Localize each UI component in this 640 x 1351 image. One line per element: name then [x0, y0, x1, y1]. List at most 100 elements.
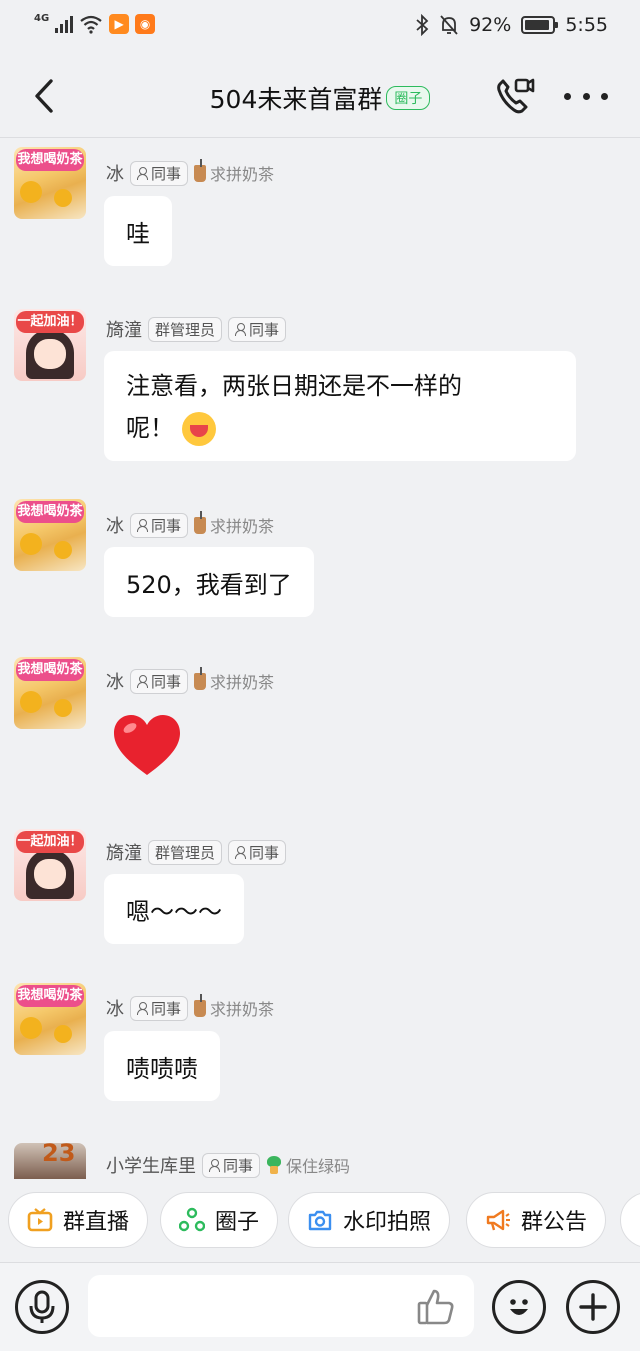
- avatar-caption: 一起加油！: [16, 311, 84, 333]
- person-icon: [137, 166, 148, 180]
- avatar-caption: 一起加油！: [16, 831, 84, 853]
- avatar[interactable]: 我想喝奶茶: [14, 983, 86, 1055]
- live-stream-chip[interactable]: 群直播: [8, 1192, 149, 1248]
- watermark-camera-chip[interactable]: 水印拍照: [288, 1192, 451, 1248]
- avatar-caption: 我想喝奶茶: [16, 149, 84, 171]
- message-meta: 冰 同事 求拼奶茶: [106, 666, 274, 695]
- clock: 5:55: [565, 14, 608, 36]
- avatar-caption: 我想喝奶茶: [16, 659, 84, 681]
- plus-icon: [579, 1293, 607, 1321]
- role-badge: 同事: [130, 668, 189, 694]
- avatar-caption: 我想喝奶茶: [16, 501, 84, 523]
- message-bubble[interactable]: 520，我看到了: [104, 547, 314, 617]
- plant-icon: [266, 1156, 282, 1174]
- person-icon: [235, 322, 247, 336]
- status-left: 4G ▶ ◉: [34, 12, 156, 34]
- circle-share-icon: [179, 1207, 205, 1232]
- message-meta: 冰 同事 求拼奶茶: [106, 993, 274, 1022]
- milk-tea-icon: [194, 158, 207, 182]
- message-text-line: 呢！: [126, 407, 554, 449]
- avatar[interactable]: 我想喝奶茶: [14, 499, 86, 571]
- video-app-icon: ▶: [109, 14, 130, 34]
- member-title: 求拼奶茶: [194, 510, 274, 537]
- message-bubble[interactable]: 哇: [104, 196, 172, 266]
- role-badge: 同事: [228, 839, 287, 865]
- sender-name[interactable]: 冰: [106, 512, 124, 538]
- avatar[interactable]: 23: [14, 1143, 86, 1179]
- role-badge: 同事: [130, 995, 189, 1021]
- member-title: 保住绿码: [266, 1153, 350, 1177]
- person-icon: [137, 674, 148, 688]
- more-chip[interactable]: [620, 1192, 640, 1248]
- heart-emoji-icon[interactable]: [112, 711, 182, 781]
- emoji-button[interactable]: [492, 1280, 546, 1334]
- video-call-button[interactable]: [494, 76, 536, 118]
- bluetooth-icon: [416, 14, 429, 36]
- person-icon: [137, 518, 148, 532]
- circle-tag[interactable]: 圈子: [386, 86, 431, 110]
- avatar[interactable]: 我想喝奶茶: [14, 147, 86, 219]
- video-call-icon: [497, 78, 535, 114]
- like-button[interactable]: [416, 1287, 456, 1327]
- more-button[interactable]: [564, 84, 608, 108]
- message-list[interactable]: 我想喝奶茶 冰 同事 求拼奶茶 哇 一起加油！ 旖潼 群管理员 同事 注意看，两…: [0, 139, 640, 1179]
- milk-tea-icon: [194, 510, 207, 534]
- message-bubble[interactable]: 啧啧啧: [104, 1031, 220, 1101]
- browser-app-icon: ◉: [135, 14, 156, 34]
- quick-action-bar[interactable]: 群直播 圈子 水印拍照 群公告: [0, 1186, 640, 1256]
- message-meta: 小学生库里 同事 保住绿码: [106, 1151, 350, 1179]
- thumbs-up-icon: [417, 1289, 454, 1325]
- status-bar: 4G ▶ ◉ 92% 5:55: [0, 0, 640, 56]
- megaphone-icon: [486, 1209, 510, 1231]
- group-title[interactable]: 504未来首富群: [210, 80, 383, 116]
- yummy-emoji-icon: [181, 412, 216, 446]
- member-title: 求拼奶茶: [194, 993, 274, 1020]
- battery-icon: [521, 16, 559, 34]
- message-text-line: 注意看，两张日期还是不一样的: [126, 372, 462, 400]
- circle-chip[interactable]: 圈子: [160, 1192, 279, 1248]
- title-wrap: 504未来首富群 圈子: [0, 80, 640, 116]
- chip-label: 圈子: [215, 1210, 260, 1235]
- smiley-icon: [510, 1299, 528, 1315]
- role-badge: 同事: [130, 160, 189, 186]
- chip-label: 群公告: [521, 1210, 588, 1235]
- admin-badge: 群管理员: [148, 839, 223, 865]
- message-meta: 旖潼 群管理员 同事: [106, 315, 287, 343]
- admin-badge: 群管理员: [148, 316, 223, 342]
- sender-name[interactable]: 旖潼: [106, 839, 142, 865]
- add-button[interactable]: [566, 1280, 620, 1334]
- battery-percent: 92%: [469, 14, 512, 36]
- network-type: 4G: [34, 12, 50, 24]
- member-title: 求拼奶茶: [194, 158, 274, 185]
- sender-name[interactable]: 冰: [106, 995, 124, 1021]
- announcement-chip[interactable]: 群公告: [466, 1192, 607, 1248]
- milk-tea-icon: [194, 993, 207, 1017]
- message-meta: 冰 同事 求拼奶茶: [106, 510, 274, 539]
- avatar[interactable]: 一起加油！: [14, 309, 86, 381]
- signal-icon: [55, 15, 74, 33]
- sender-name[interactable]: 旖潼: [106, 316, 142, 342]
- sender-name[interactable]: 小学生库里: [106, 1152, 196, 1178]
- camera-icon: [308, 1210, 332, 1231]
- message-bubble[interactable]: 注意看，两张日期还是不一样的 呢！: [104, 351, 576, 461]
- role-badge: 同事: [228, 316, 287, 342]
- person-icon: [137, 1001, 148, 1015]
- microphone-icon: [29, 1290, 55, 1323]
- voice-button[interactable]: [15, 1280, 69, 1334]
- avatar[interactable]: 一起加油！: [14, 829, 86, 901]
- sender-name[interactable]: 冰: [106, 160, 124, 186]
- message-meta: 冰 同事 求拼奶茶: [106, 158, 274, 187]
- role-badge: 同事: [202, 1152, 261, 1178]
- wifi-icon: [80, 15, 102, 34]
- chip-label: 群直播: [63, 1210, 130, 1235]
- person-icon: [235, 845, 247, 859]
- status-right: 92% 5:55: [415, 14, 608, 36]
- role-badge: 同事: [130, 512, 189, 538]
- avatar-number: 23: [42, 1143, 76, 1167]
- chat-header: 504未来首富群 圈子: [0, 56, 640, 138]
- member-title: 求拼奶茶: [194, 666, 274, 693]
- message-bubble[interactable]: 嗯～～～: [104, 874, 244, 944]
- avatar[interactable]: 我想喝奶茶: [14, 657, 86, 729]
- person-icon: [209, 1158, 220, 1172]
- sender-name[interactable]: 冰: [106, 668, 124, 694]
